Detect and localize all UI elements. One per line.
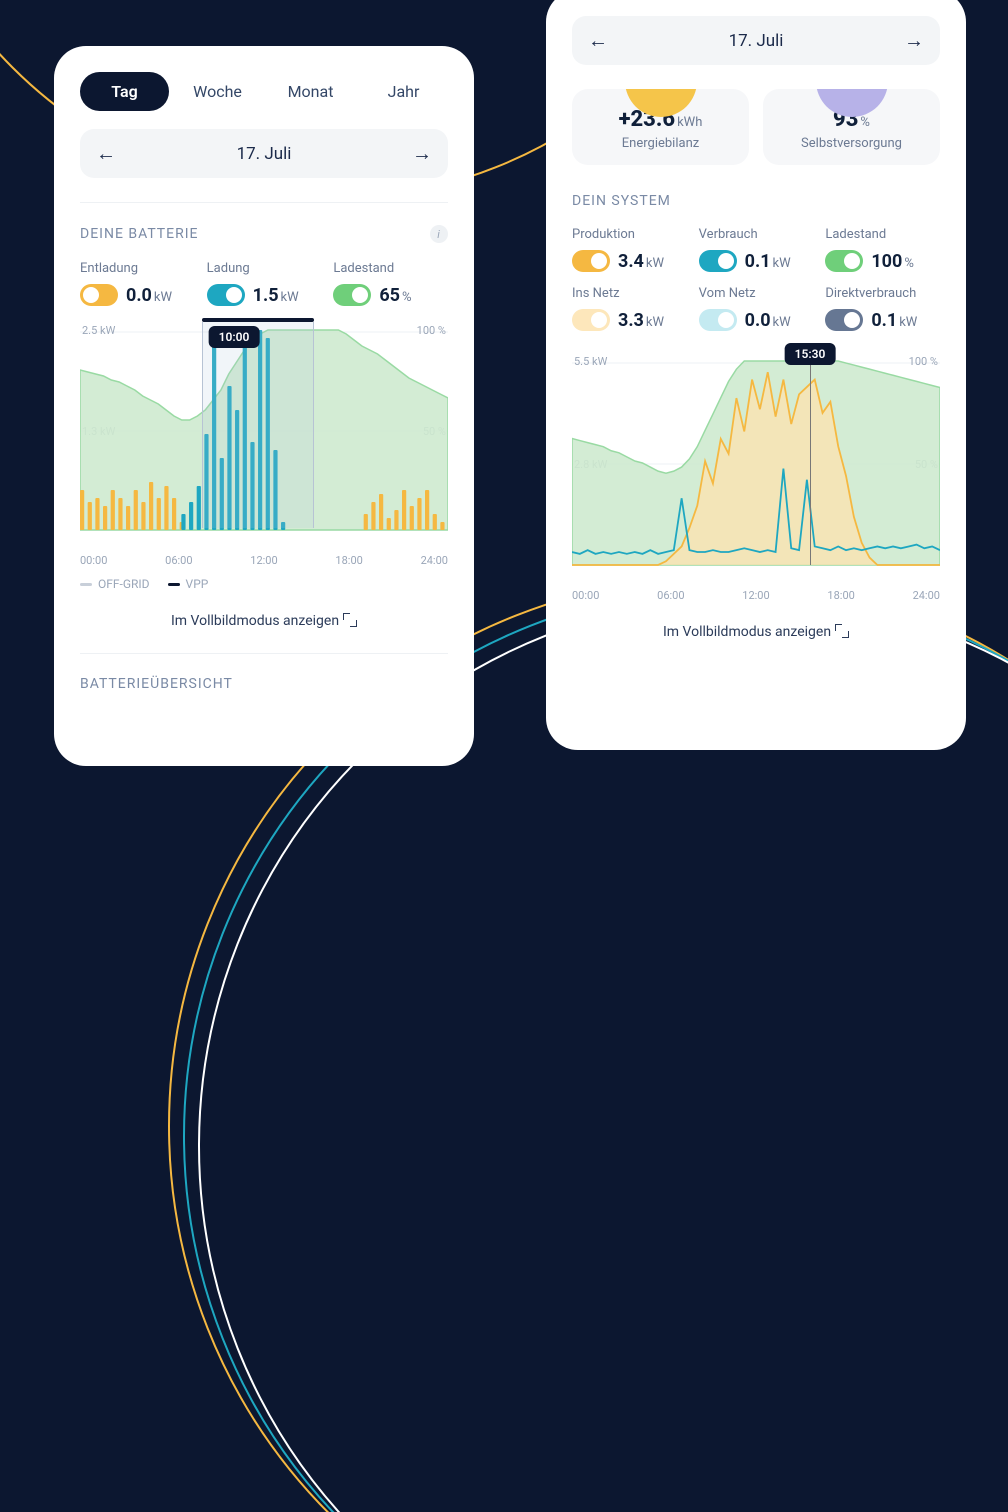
svg-text:2.5 kW: 2.5 kW [82,324,116,337]
fullscreen-button[interactable]: Im Vollbildmodus anzeigen [572,622,940,640]
metric-ladestand: Ladestand 65% [333,261,448,306]
date-navigator: ← 17. Juli → [572,16,940,65]
info-icon[interactable]: i [430,225,448,243]
overview-section-title: BATTERIEÜBERSICHT [80,676,448,692]
expand-icon [835,624,849,638]
metric-insnetz: Ins Netz 3.3kW [572,286,687,331]
metric-verbrauch: Verbrauch 0.1kW [699,227,814,272]
system-x-axis: 00:0006:0012:0018:0024:00 [572,589,940,602]
tab-monat[interactable]: Monat [266,72,355,111]
metric-entladung: Entladung 0.0kW [80,261,195,306]
expand-icon [343,613,357,627]
metric-ladung: Ladung 1.5kW [207,261,322,306]
phone-system: ← 17. Juli → +23.6kWh Energiebilanz 93% … [546,0,966,750]
toggle-ladung[interactable] [207,284,245,306]
next-day-icon[interactable]: → [904,28,924,53]
battery-x-axis: 00:0006:0012:0018:0024:00 [80,554,448,567]
selection-range[interactable] [202,322,314,528]
divider [80,202,448,203]
chart-tooltip: 15:30 [785,343,836,365]
next-day-icon[interactable]: → [412,141,432,166]
time-range-tabs: Tag Woche Monat Jahr [80,72,448,111]
tab-woche[interactable]: Woche [173,72,262,111]
toggle-verbrauch[interactable] [699,250,737,272]
tab-jahr[interactable]: Jahr [359,72,448,111]
toggle-produktion[interactable] [572,250,610,272]
prev-day-icon[interactable]: ← [588,28,608,53]
svg-text:100 %: 100 % [909,355,938,368]
metric-vomnetz: Vom Netz 0.0kW [699,286,814,331]
date-label: 17. Juli [729,31,784,51]
chart-crosshair[interactable] [810,345,811,565]
toggle-direktverbrauch[interactable] [825,309,863,331]
chart-tooltip: 10:00 [209,326,260,348]
metric-direktverbrauch: Direktverbrauch 0.1kW [825,286,940,331]
toggle-ladestand[interactable] [333,284,371,306]
summary-cards: +23.6kWh Energiebilanz 93% Selbstversorg… [572,89,940,165]
tab-tag[interactable]: Tag [80,72,169,111]
metric-ladestand-sys: Ladestand 100% [825,227,940,272]
toggle-ladestand-sys[interactable] [825,250,863,272]
battery-legend: OFF-GRID VPP [80,577,448,591]
system-metrics-row2: Ins Netz 3.3kW Vom Netz 0.0kW Direktverb… [572,286,940,331]
system-metrics-row1: Produktion 3.4kW Verbrauch 0.1kW Ladesta… [572,227,940,272]
card-selbstversorgung[interactable]: 93% Selbstversorgung [763,89,940,165]
system-chart[interactable]: 15:30 5.5 kW2.8 kW100 %50 % [572,345,940,585]
date-navigator: ← 17. Juli → [80,129,448,178]
divider [80,653,448,654]
svg-text:5.5 kW: 5.5 kW [574,355,608,368]
fullscreen-button[interactable]: Im Vollbildmodus anzeigen [80,611,448,629]
system-section-title: DEIN SYSTEM [572,193,940,209]
toggle-insnetz[interactable] [572,309,610,331]
metric-produktion: Produktion 3.4kW [572,227,687,272]
battery-section-title: DEINE BATTERIE i [80,225,448,243]
toggle-vomnetz[interactable] [699,309,737,331]
svg-text:100 %: 100 % [417,324,446,337]
prev-day-icon[interactable]: ← [96,141,116,166]
battery-chart[interactable]: 10:00 2.5 kW1.3 kW100 %50 % [80,320,448,550]
date-label: 17. Juli [237,144,292,164]
card-energiebilanz[interactable]: +23.6kWh Energiebilanz [572,89,749,165]
toggle-entladung[interactable] [80,284,118,306]
battery-metrics: Entladung 0.0kW Ladung 1.5kW Ladestand 6… [80,261,448,306]
phone-battery: Tag Woche Monat Jahr ← 17. Juli → DEINE … [54,46,474,766]
